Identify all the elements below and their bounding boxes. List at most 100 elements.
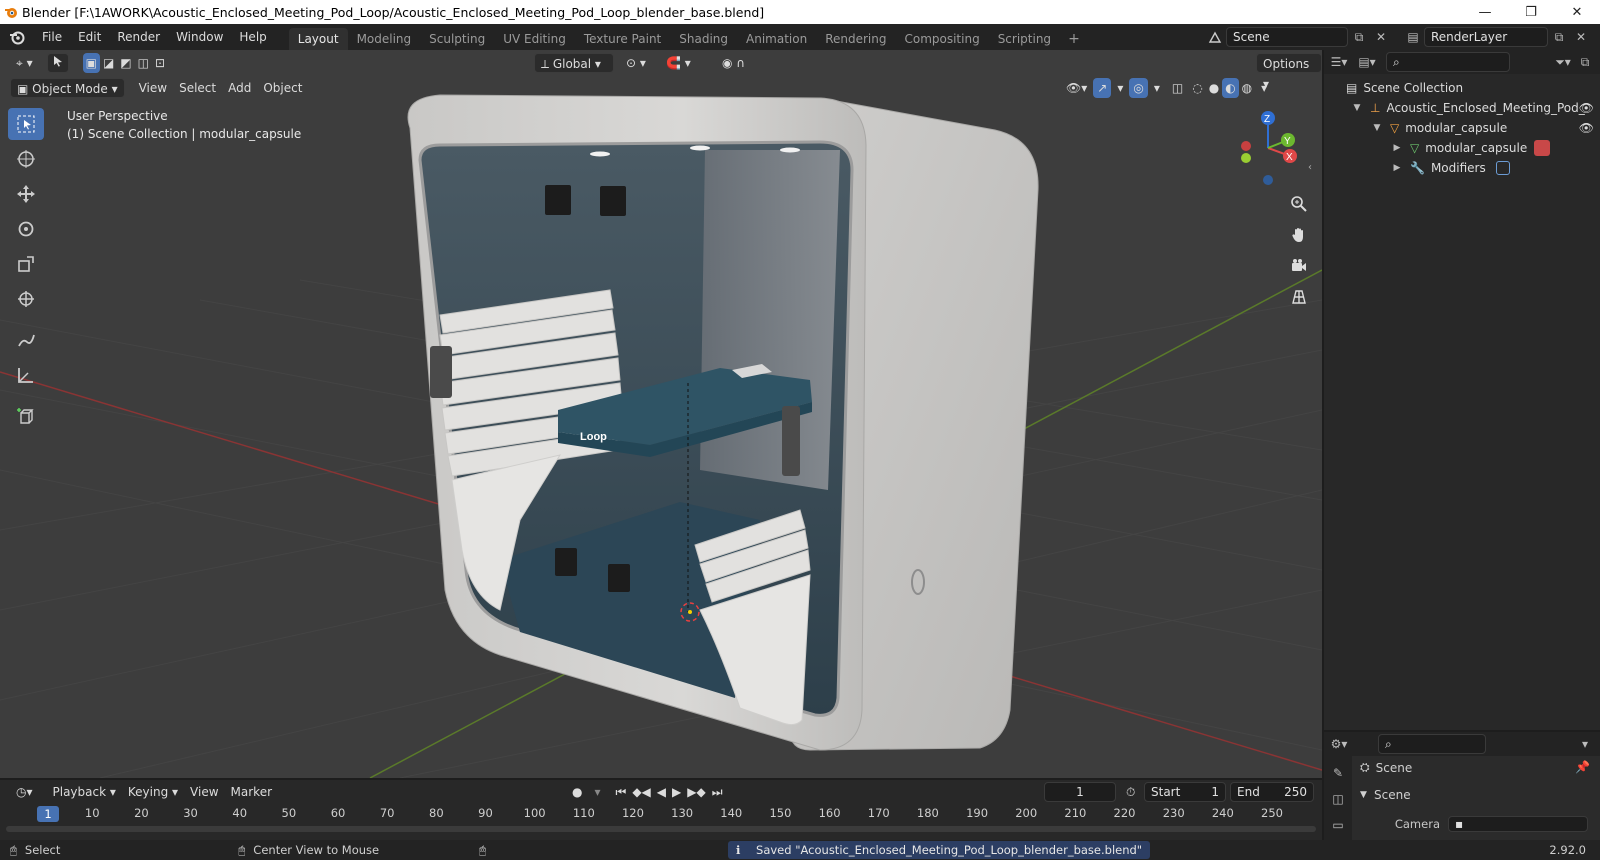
outliner-search-input[interactable]: ⌕ [1386, 52, 1510, 72]
add-cube-tool-icon[interactable] [8, 400, 44, 432]
menu-render[interactable]: Render [109, 26, 168, 48]
menu-window[interactable]: Window [168, 26, 231, 48]
viewport-scene[interactable]: Loop [0, 50, 1322, 778]
camera-field[interactable]: ▪ [1448, 816, 1588, 832]
move-tool-icon[interactable] [8, 178, 44, 210]
jump-end-icon[interactable]: ⏭ [709, 782, 726, 802]
tab-rendering[interactable]: Rendering [816, 28, 895, 50]
tab-shading[interactable]: Shading [670, 28, 737, 50]
menu-playback[interactable]: Playback ▾ [47, 782, 122, 802]
visibility-eye-icon[interactable]: 👁 [1579, 101, 1594, 115]
record-icon[interactable]: ● [566, 782, 588, 802]
editor-type-icon[interactable]: ⌖ ▾ [10, 53, 39, 73]
menu-add[interactable]: Add [222, 78, 257, 98]
timeline-ruler[interactable]: 10 20 30 40 50 60 70 80 90 100 110 120 130 140 150 160 1… [0, 804, 1322, 822]
current-frame-indicator[interactable]: 1 [37, 806, 59, 822]
properties-editor-type-icon[interactable]: ⚙▾ [1328, 734, 1350, 754]
sidebar-toggle-icon[interactable]: ‹ [1308, 162, 1312, 173]
mode-dropdown[interactable]: ▣ Object Mode ▾ [10, 78, 125, 98]
play-reverse-icon[interactable]: ◀ [654, 782, 669, 802]
cursor-tool-icon[interactable] [8, 143, 44, 175]
menu-file[interactable]: File [34, 26, 70, 48]
jump-start-icon[interactable]: ⏮ [613, 782, 630, 802]
tool-tab-icon[interactable]: ✎ [1324, 760, 1352, 786]
filter-icon[interactable]: ⏷▾ [1552, 52, 1574, 72]
visibility-icon[interactable]: 👁▾ [1060, 78, 1093, 98]
play-icon[interactable]: ▶ [669, 782, 684, 802]
remove-scene-icon[interactable]: ✕ [1370, 27, 1392, 47]
tab-animation[interactable]: Animation [737, 28, 816, 50]
solid-shading-icon[interactable]: ● [1206, 78, 1222, 98]
material-shading-icon[interactable]: ◐ [1222, 78, 1239, 98]
outliner-row-capsule[interactable]: ▼ ▽ modular_capsule 👁 [1324, 118, 1600, 138]
menu-edit[interactable]: Edit [70, 26, 109, 48]
collapse-toggle-icon[interactable]: ▶ [1390, 163, 1404, 173]
close-window-button[interactable]: ✕ [1554, 0, 1600, 24]
menu-view[interactable]: View [133, 78, 173, 98]
properties-options-icon[interactable]: ▾ [1574, 734, 1596, 754]
tab-modeling[interactable]: Modeling [348, 28, 421, 50]
shading-dropdown-icon[interactable]: ▾ [1255, 78, 1273, 98]
camera-view-icon[interactable] [1285, 252, 1313, 280]
navigation-gizmo[interactable]: Z X Y [1228, 108, 1308, 188]
rotate-tool-icon[interactable] [8, 213, 44, 245]
ortho-grid-icon[interactable] [1285, 283, 1313, 311]
menu-marker[interactable]: Marker [225, 782, 278, 802]
tab-layout[interactable]: Layout [288, 28, 348, 50]
snap-icon[interactable]: 🧲 ▾ [660, 53, 697, 73]
pin-icon[interactable]: 📌 [1575, 760, 1590, 774]
timeline-scrollbar[interactable] [6, 826, 1316, 832]
scene-icon[interactable] [1204, 27, 1226, 47]
menu-help[interactable]: Help [231, 26, 274, 48]
menu-object[interactable]: Object [257, 78, 308, 98]
overlay-dropdown-icon[interactable]: ▾ [1148, 78, 1166, 98]
select-box-icon[interactable] [8, 108, 44, 140]
tab-texture-paint[interactable]: Texture Paint [575, 28, 670, 50]
properties-search-input[interactable]: ⌕ [1378, 734, 1486, 754]
panel-expand-icon[interactable]: ▼ [1360, 790, 1374, 800]
select-extend-icon[interactable]: ◪ [100, 53, 117, 73]
blender-menu-icon[interactable] [0, 24, 34, 50]
pivot-point-icon[interactable]: ⊙ ▾ [620, 53, 652, 73]
scale-tool-icon[interactable] [8, 248, 44, 280]
rendered-shading-icon[interactable]: ◍ [1239, 78, 1255, 98]
select-subtract-icon[interactable]: ◩ [117, 53, 134, 73]
options-dropdown[interactable]: Options ▾ [1256, 53, 1322, 91]
minimize-button[interactable]: — [1462, 0, 1508, 24]
outliner-row-pod[interactable]: ▼ ⊥ Acoustic_Enclosed_Meeting_Pod_ 👁 [1324, 98, 1600, 118]
zoom-icon[interactable] [1285, 190, 1313, 218]
gizmo-dropdown-icon[interactable]: ▾ [1111, 78, 1129, 98]
collapse-toggle-icon[interactable]: ▶ [1390, 143, 1404, 153]
remove-renderlayer-icon[interactable]: ✕ [1570, 27, 1592, 47]
select-new-icon[interactable]: ▣ [82, 53, 100, 73]
scene-name-field[interactable]: Scene [1226, 27, 1348, 47]
modifier-icon[interactable] [1496, 161, 1510, 175]
select-difference-icon[interactable]: ◫ [135, 53, 152, 73]
renderlayer-name-field[interactable]: RenderLayer [1424, 27, 1548, 47]
add-workspace-button[interactable]: + [1060, 28, 1088, 50]
transform-tool-icon[interactable] [8, 283, 44, 315]
overlay-toggle-icon[interactable]: ◎ [1129, 78, 1148, 98]
new-collection-icon[interactable]: ⧉ [1574, 52, 1596, 72]
expand-toggle-icon[interactable]: ▼ [1350, 103, 1364, 113]
scene-panel-header[interactable]: ▼ Scene [1360, 788, 1411, 802]
xray-icon[interactable]: ◫ [1166, 78, 1189, 98]
outliner-row-modifiers[interactable]: ▶ 🔧 Modifiers [1324, 158, 1600, 178]
menu-timeline-view[interactable]: View [184, 782, 224, 802]
measure-tool-icon[interactable] [8, 359, 44, 391]
expand-toggle-icon[interactable]: ▼ [1370, 123, 1384, 133]
material-icon[interactable] [1534, 140, 1550, 156]
tab-uv-editing[interactable]: UV Editing [494, 28, 575, 50]
outliner-row-mesh-data[interactable]: ▶ ▽ modular_capsule [1324, 138, 1600, 158]
annotate-tool-icon[interactable] [8, 324, 44, 356]
current-frame-field[interactable]: 1 [1044, 782, 1116, 802]
outliner-row-scene-collection[interactable]: ▤ Scene Collection [1324, 78, 1600, 98]
3d-viewport[interactable]: Loop ⌖ ▾ ▣ ◪ ◩ ◫ ⊡ ⟂ Global ▾ ⊙ ▾ 🧲 ▾ ◉ … [0, 50, 1322, 778]
frame-start-field[interactable]: Start 1 [1144, 782, 1226, 802]
select-intersect-icon[interactable]: ⊡ [152, 53, 168, 73]
new-scene-icon[interactable]: ⧉ [1348, 27, 1370, 47]
frame-end-field[interactable]: End 250 [1230, 782, 1314, 802]
new-renderlayer-icon[interactable]: ⧉ [1548, 27, 1570, 47]
visibility-eye-icon[interactable]: 👁 [1579, 121, 1594, 135]
transform-orientation-dropdown[interactable]: ⟂ Global ▾ [534, 53, 614, 73]
